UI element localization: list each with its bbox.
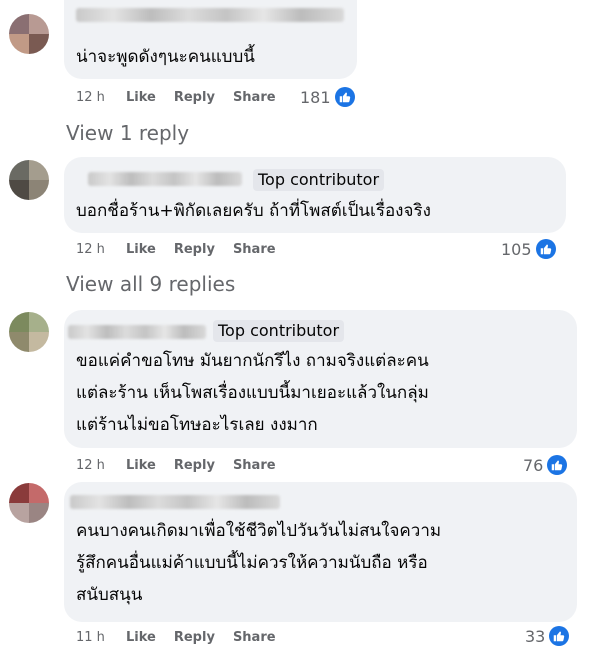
- thumbs-up-icon: [535, 239, 556, 259]
- like-button[interactable]: Like: [126, 90, 156, 105]
- reply-button[interactable]: Reply: [174, 458, 215, 473]
- timestamp[interactable]: 11 h: [76, 630, 126, 645]
- share-button[interactable]: Share: [233, 630, 276, 645]
- like-button[interactable]: Like: [126, 630, 156, 645]
- reply-button[interactable]: Reply: [174, 242, 215, 257]
- comment-text: บอกชื่อร้าน+พิกัดเลยครับ ถ้าที่โพสต์เป็น…: [76, 201, 431, 221]
- commenter-name-redacted[interactable]: [70, 495, 280, 509]
- reaction-summary[interactable]: 105: [501, 239, 556, 259]
- reaction-summary[interactable]: 181: [300, 87, 355, 107]
- reaction-summary[interactable]: 33: [525, 626, 570, 646]
- reaction-count: 105: [501, 239, 532, 259]
- timestamp[interactable]: 12 h: [76, 90, 126, 105]
- comment-text-line: ขอแค่คำขอโทษ มันยากนักรึไง ถามจริงแต่ละค…: [76, 351, 429, 371]
- comment-text-line: คนบางคนเกิดมาเพื่อใช้ชีวิตไปวันวันไม่สนใ…: [76, 521, 442, 541]
- timestamp[interactable]: 12 h: [76, 458, 126, 473]
- comment-actions: 12 h Like Reply Share: [76, 458, 294, 473]
- like-button[interactable]: Like: [126, 458, 156, 473]
- share-button[interactable]: Share: [233, 90, 276, 105]
- top-contributor-badge: Top contributor: [213, 320, 345, 342]
- comment-text-line: แต่ร้านไม่ขอโทษอะไรเลย งงมาก: [76, 415, 318, 435]
- reaction-summary[interactable]: 76: [523, 455, 568, 475]
- timestamp[interactable]: 12 h: [76, 242, 126, 257]
- commenter-name-redacted[interactable]: [68, 325, 206, 339]
- share-button[interactable]: Share: [233, 242, 276, 257]
- like-button[interactable]: Like: [126, 242, 156, 257]
- commenter-name-redacted[interactable]: [76, 8, 344, 22]
- view-replies-link[interactable]: View 1 reply: [66, 121, 189, 145]
- avatar[interactable]: [9, 312, 49, 352]
- comment-text: น่าจะพูดดังๆนะคนแบบนี้: [76, 47, 255, 67]
- share-button[interactable]: Share: [233, 458, 276, 473]
- comment-actions: 11 h Like Reply Share: [76, 630, 294, 645]
- avatar[interactable]: [9, 483, 49, 523]
- thumbs-up-icon: [547, 455, 568, 475]
- reaction-count: 181: [300, 87, 331, 107]
- comment-actions: 12 h Like Reply Share: [76, 242, 294, 257]
- thumbs-up-icon: [334, 87, 355, 107]
- reaction-count: 33: [525, 626, 546, 646]
- reply-button[interactable]: Reply: [174, 630, 215, 645]
- comment-text-line: รู้สึกคนอื่นแม่ค้าแบบนี้ไม่ควรให้ความนับ…: [76, 553, 428, 573]
- commenter-name-redacted[interactable]: [88, 172, 242, 186]
- comment-text-line: สนับสนุน: [76, 585, 143, 605]
- reaction-count: 76: [523, 455, 544, 475]
- comment-actions: 12 h Like Reply Share: [76, 90, 294, 105]
- comment-text-line: แต่ละร้าน เห็นโพสเรื่องแบบนี้มาเยอะแล้วใ…: [76, 383, 429, 403]
- avatar[interactable]: [9, 14, 49, 54]
- avatar[interactable]: [9, 160, 49, 200]
- view-replies-link[interactable]: View all 9 replies: [66, 272, 235, 296]
- reply-button[interactable]: Reply: [174, 90, 215, 105]
- thumbs-up-icon: [549, 626, 570, 646]
- top-contributor-badge: Top contributor: [253, 169, 385, 191]
